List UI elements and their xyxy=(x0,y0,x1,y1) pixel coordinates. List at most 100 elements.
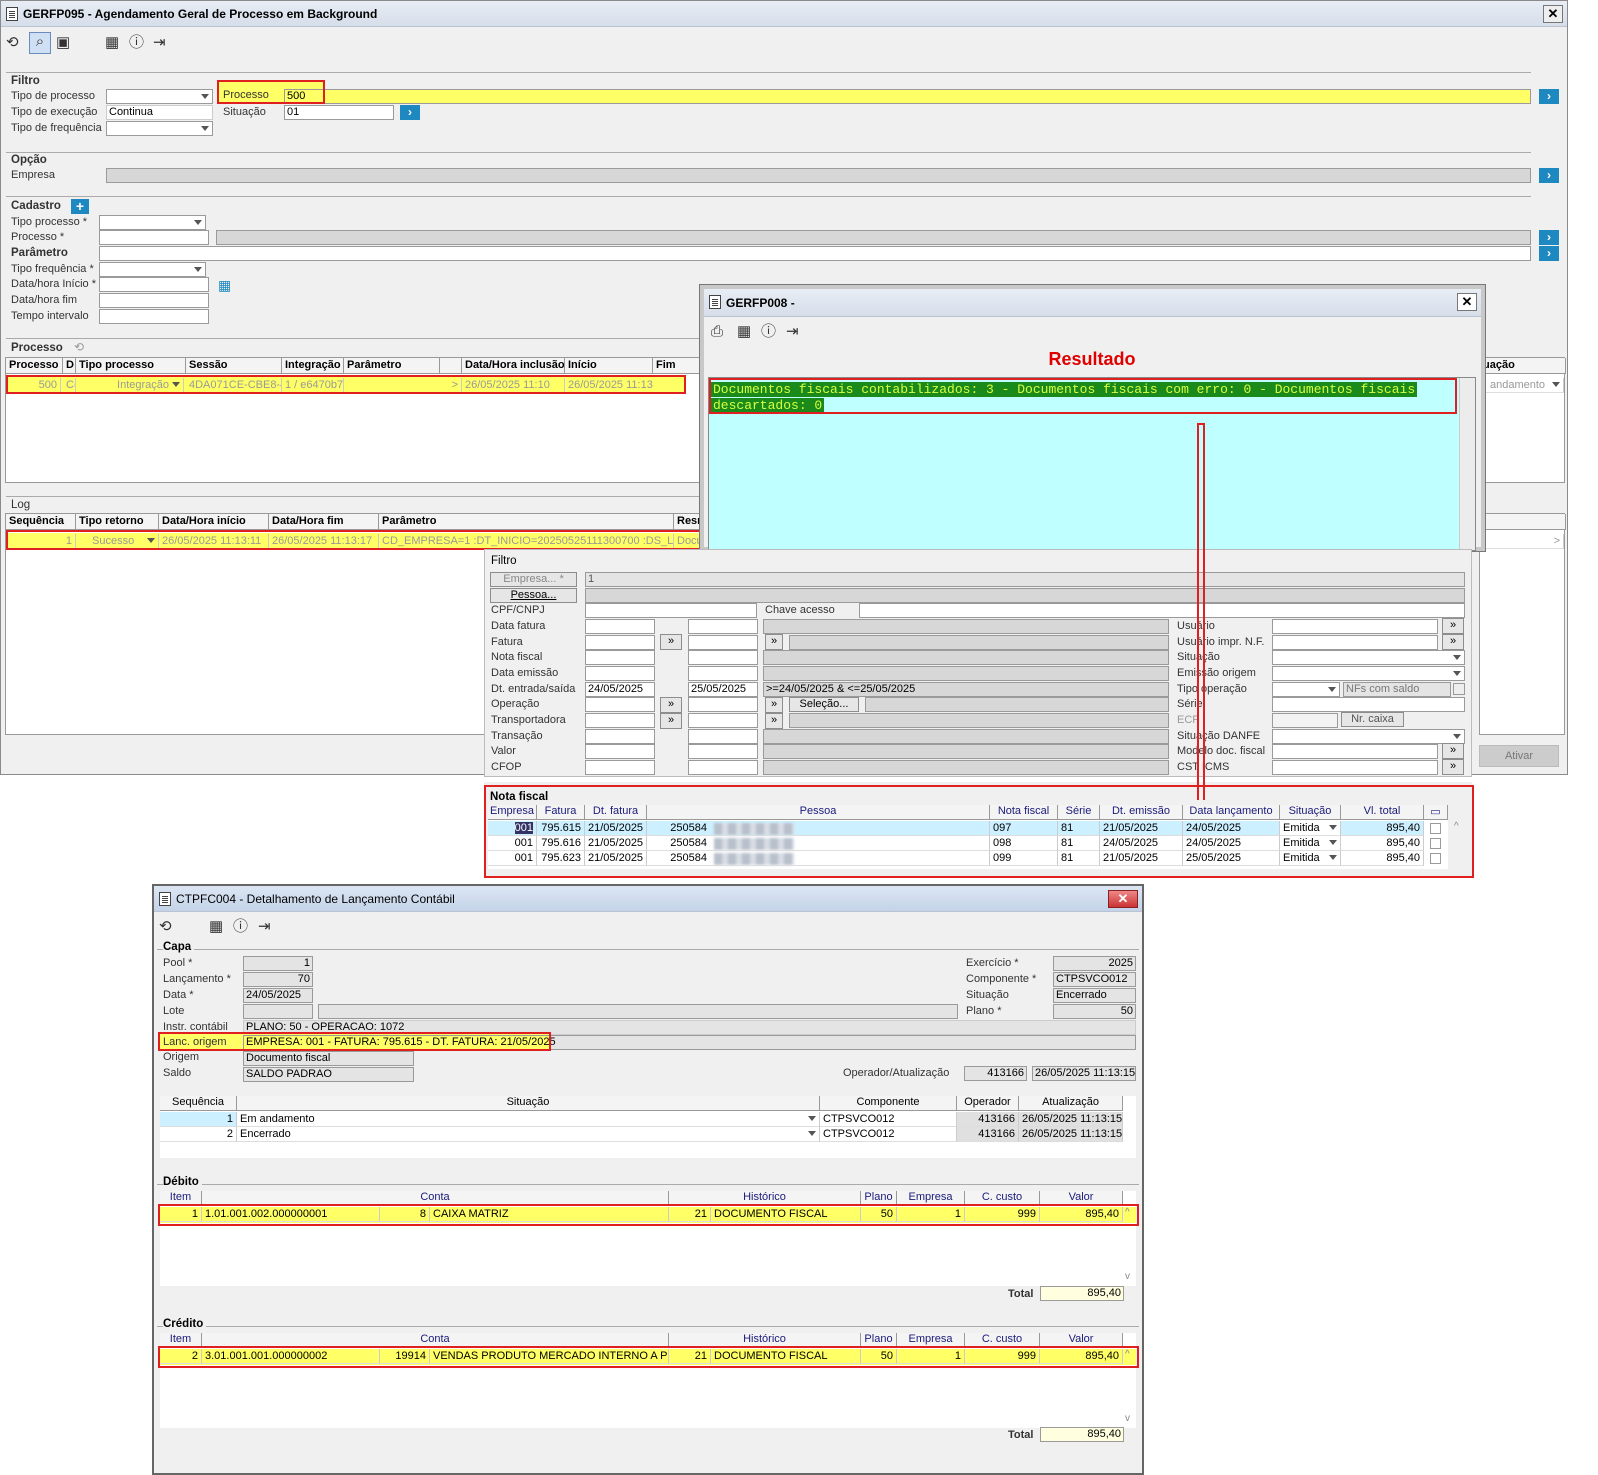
cad-fim-input[interactable] xyxy=(99,293,209,308)
transportadora-expr-button[interactable]: » xyxy=(765,713,783,729)
selecao-button[interactable]: Seleção... xyxy=(789,697,859,712)
lote-field[interactable] xyxy=(243,1004,313,1019)
usuario-impr-input[interactable] xyxy=(1272,635,1438,650)
hist-col-atualizacao[interactable]: Atualização xyxy=(1019,1096,1123,1111)
transportadora-ini[interactable] xyxy=(585,713,655,728)
pessoa-button[interactable]: Pessoa... xyxy=(490,588,577,603)
componente-field[interactable]: CTPSVCO012 xyxy=(1053,972,1136,987)
exit-icon[interactable]: ⇥ xyxy=(258,918,271,936)
hist-col-situacao[interactable]: Situação xyxy=(237,1096,820,1111)
refresh-icon[interactable]: ⟲ xyxy=(6,34,19,52)
proc-situacao[interactable]: andamento xyxy=(1480,378,1564,393)
log-right-cell[interactable]: > xyxy=(1480,534,1564,549)
cad-tipo-frequencia-select[interactable] xyxy=(99,262,206,277)
ecf-input[interactable] xyxy=(1272,713,1338,728)
cfop-fim[interactable] xyxy=(688,760,758,775)
operacao-fim[interactable] xyxy=(688,697,758,712)
exit-icon[interactable]: ⇥ xyxy=(786,323,799,341)
fatura-fim[interactable] xyxy=(688,635,758,650)
origem-field[interactable]: Documento fiscal xyxy=(243,1051,414,1066)
cpf-input[interactable] xyxy=(585,603,757,618)
col-d[interactable]: D xyxy=(63,358,76,374)
data-fatura-ini[interactable] xyxy=(585,619,655,634)
processo-input[interactable]: 500 xyxy=(284,89,1531,104)
hist-col-componente[interactable]: Componente xyxy=(820,1096,957,1111)
deb-total-field[interactable]: 895,40 xyxy=(1040,1286,1124,1301)
operador-field[interactable]: 413166 xyxy=(964,1066,1027,1081)
modelo-lookup-button[interactable]: » xyxy=(1442,743,1464,759)
col-integracao[interactable]: Integração xyxy=(282,358,344,374)
cad-intervalo-input[interactable] xyxy=(99,309,209,324)
cad-processo-go[interactable]: › xyxy=(1539,230,1559,245)
tipo-frequencia-select[interactable] xyxy=(106,121,213,136)
cad-parametro-go[interactable]: › xyxy=(1539,246,1559,261)
hist-row-comp[interactable]: CTPSVCO012 xyxy=(820,1112,957,1127)
cst-input[interactable] xyxy=(1272,760,1438,775)
hist-col-seq[interactable]: Sequência xyxy=(160,1096,237,1111)
col-processo[interactable]: Processo xyxy=(6,358,63,374)
exercicio-field[interactable]: 2025 xyxy=(1053,956,1136,971)
situacao-select[interactable] xyxy=(1272,650,1465,665)
serie-input[interactable] xyxy=(1272,697,1465,712)
transacao-fim[interactable] xyxy=(688,729,758,744)
modelo-input[interactable] xyxy=(1272,744,1438,759)
valor-fim[interactable] xyxy=(688,744,758,759)
hist-row-atual[interactable]: 26/05/2025 11:13:15 xyxy=(1019,1127,1123,1142)
deb-scroll-down-icon[interactable]: v xyxy=(1125,1271,1130,1282)
cad-inicio-input[interactable] xyxy=(99,277,209,292)
empresa-button[interactable]: Empresa... * xyxy=(490,572,577,587)
hist-col-operador[interactable]: Operador xyxy=(957,1096,1019,1111)
hist-row-atual[interactable]: 26/05/2025 11:13:15 xyxy=(1019,1112,1123,1127)
danfe-select[interactable] xyxy=(1272,729,1465,744)
nf-empresa-field[interactable]: 1 xyxy=(585,572,1465,587)
saldo-field[interactable]: SALDO PADRAO xyxy=(243,1067,414,1082)
transportadora-range-button[interactable]: » xyxy=(660,713,682,729)
lancamento-field[interactable]: 70 xyxy=(243,972,313,987)
col-tipo-retorno[interactable]: Tipo retorno xyxy=(76,514,159,530)
col-sequencia[interactable]: Sequência xyxy=(6,514,76,530)
history-icon[interactable]: ⟲ xyxy=(74,338,84,356)
operacao-ini[interactable] xyxy=(585,697,655,712)
hist-row-situacao[interactable]: Encerrado xyxy=(237,1127,820,1142)
col-tipo-processo[interactable]: Tipo processo xyxy=(76,358,186,374)
atualizacao-field[interactable]: 26/05/2025 11:13:15 xyxy=(1032,1066,1136,1081)
pool-field[interactable]: 1 xyxy=(243,956,313,971)
result-scrollbar[interactable] xyxy=(1459,378,1475,550)
col-data-inicio[interactable]: Data/Hora início xyxy=(159,514,269,530)
cst-lookup-button[interactable]: » xyxy=(1442,759,1464,775)
tipo-processo-select[interactable] xyxy=(106,89,213,104)
emissao-origem-select[interactable] xyxy=(1272,666,1465,681)
data-fatura-fim[interactable] xyxy=(688,619,758,634)
cad-tipo-processo-select[interactable] xyxy=(99,215,206,230)
col-blank[interactable] xyxy=(440,358,462,374)
opcao-go-button[interactable]: › xyxy=(1539,168,1559,183)
dt-entrada-fim[interactable]: 25/05/2025 xyxy=(688,682,758,697)
hist-row-seq[interactable]: 1 xyxy=(160,1112,237,1127)
plano-field[interactable]: 50 xyxy=(1053,1004,1136,1019)
cred-scroll-down-icon[interactable]: v xyxy=(1125,1413,1130,1424)
calendar-picker-icon[interactable]: ▦ xyxy=(218,276,231,294)
col-fim[interactable]: Fim xyxy=(653,358,706,374)
usuario-lookup-button[interactable]: » xyxy=(1442,618,1464,634)
col-situacao[interactable]: uação xyxy=(1480,358,1566,374)
col-parametro[interactable]: Parâmetro xyxy=(344,358,440,374)
operacao-range-button[interactable]: » xyxy=(660,697,682,713)
hist-row-comp[interactable]: CTPSVCO012 xyxy=(820,1127,957,1142)
help-icon[interactable]: ⓘ xyxy=(129,34,144,52)
help-icon[interactable]: ⓘ xyxy=(233,918,248,936)
usuario-impr-lookup-button[interactable]: » xyxy=(1442,634,1464,650)
emissao-fim[interactable] xyxy=(688,666,758,681)
col-data-fim[interactable]: Data/Hora fim xyxy=(269,514,379,530)
hist-row-op[interactable]: 413166 xyxy=(957,1112,1019,1127)
add-icon[interactable]: + xyxy=(71,199,89,214)
fatura-range-button[interactable]: » xyxy=(660,634,682,650)
exit-icon[interactable]: ⇥ xyxy=(153,34,166,52)
calendar-icon[interactable]: ▦ xyxy=(737,323,751,341)
fatura-ini[interactable] xyxy=(585,635,655,650)
col-data-inclusao[interactable]: Data/Hora inclusão xyxy=(462,358,565,374)
print-icon[interactable]: ⎙ xyxy=(711,323,723,341)
nfs-saldo-checkbox[interactable] xyxy=(1453,683,1465,695)
col-sessao[interactable]: Sessão xyxy=(186,358,282,374)
calendar-icon[interactable]: ▦ xyxy=(105,34,119,52)
hist-row-seq[interactable]: 2 xyxy=(160,1127,237,1142)
